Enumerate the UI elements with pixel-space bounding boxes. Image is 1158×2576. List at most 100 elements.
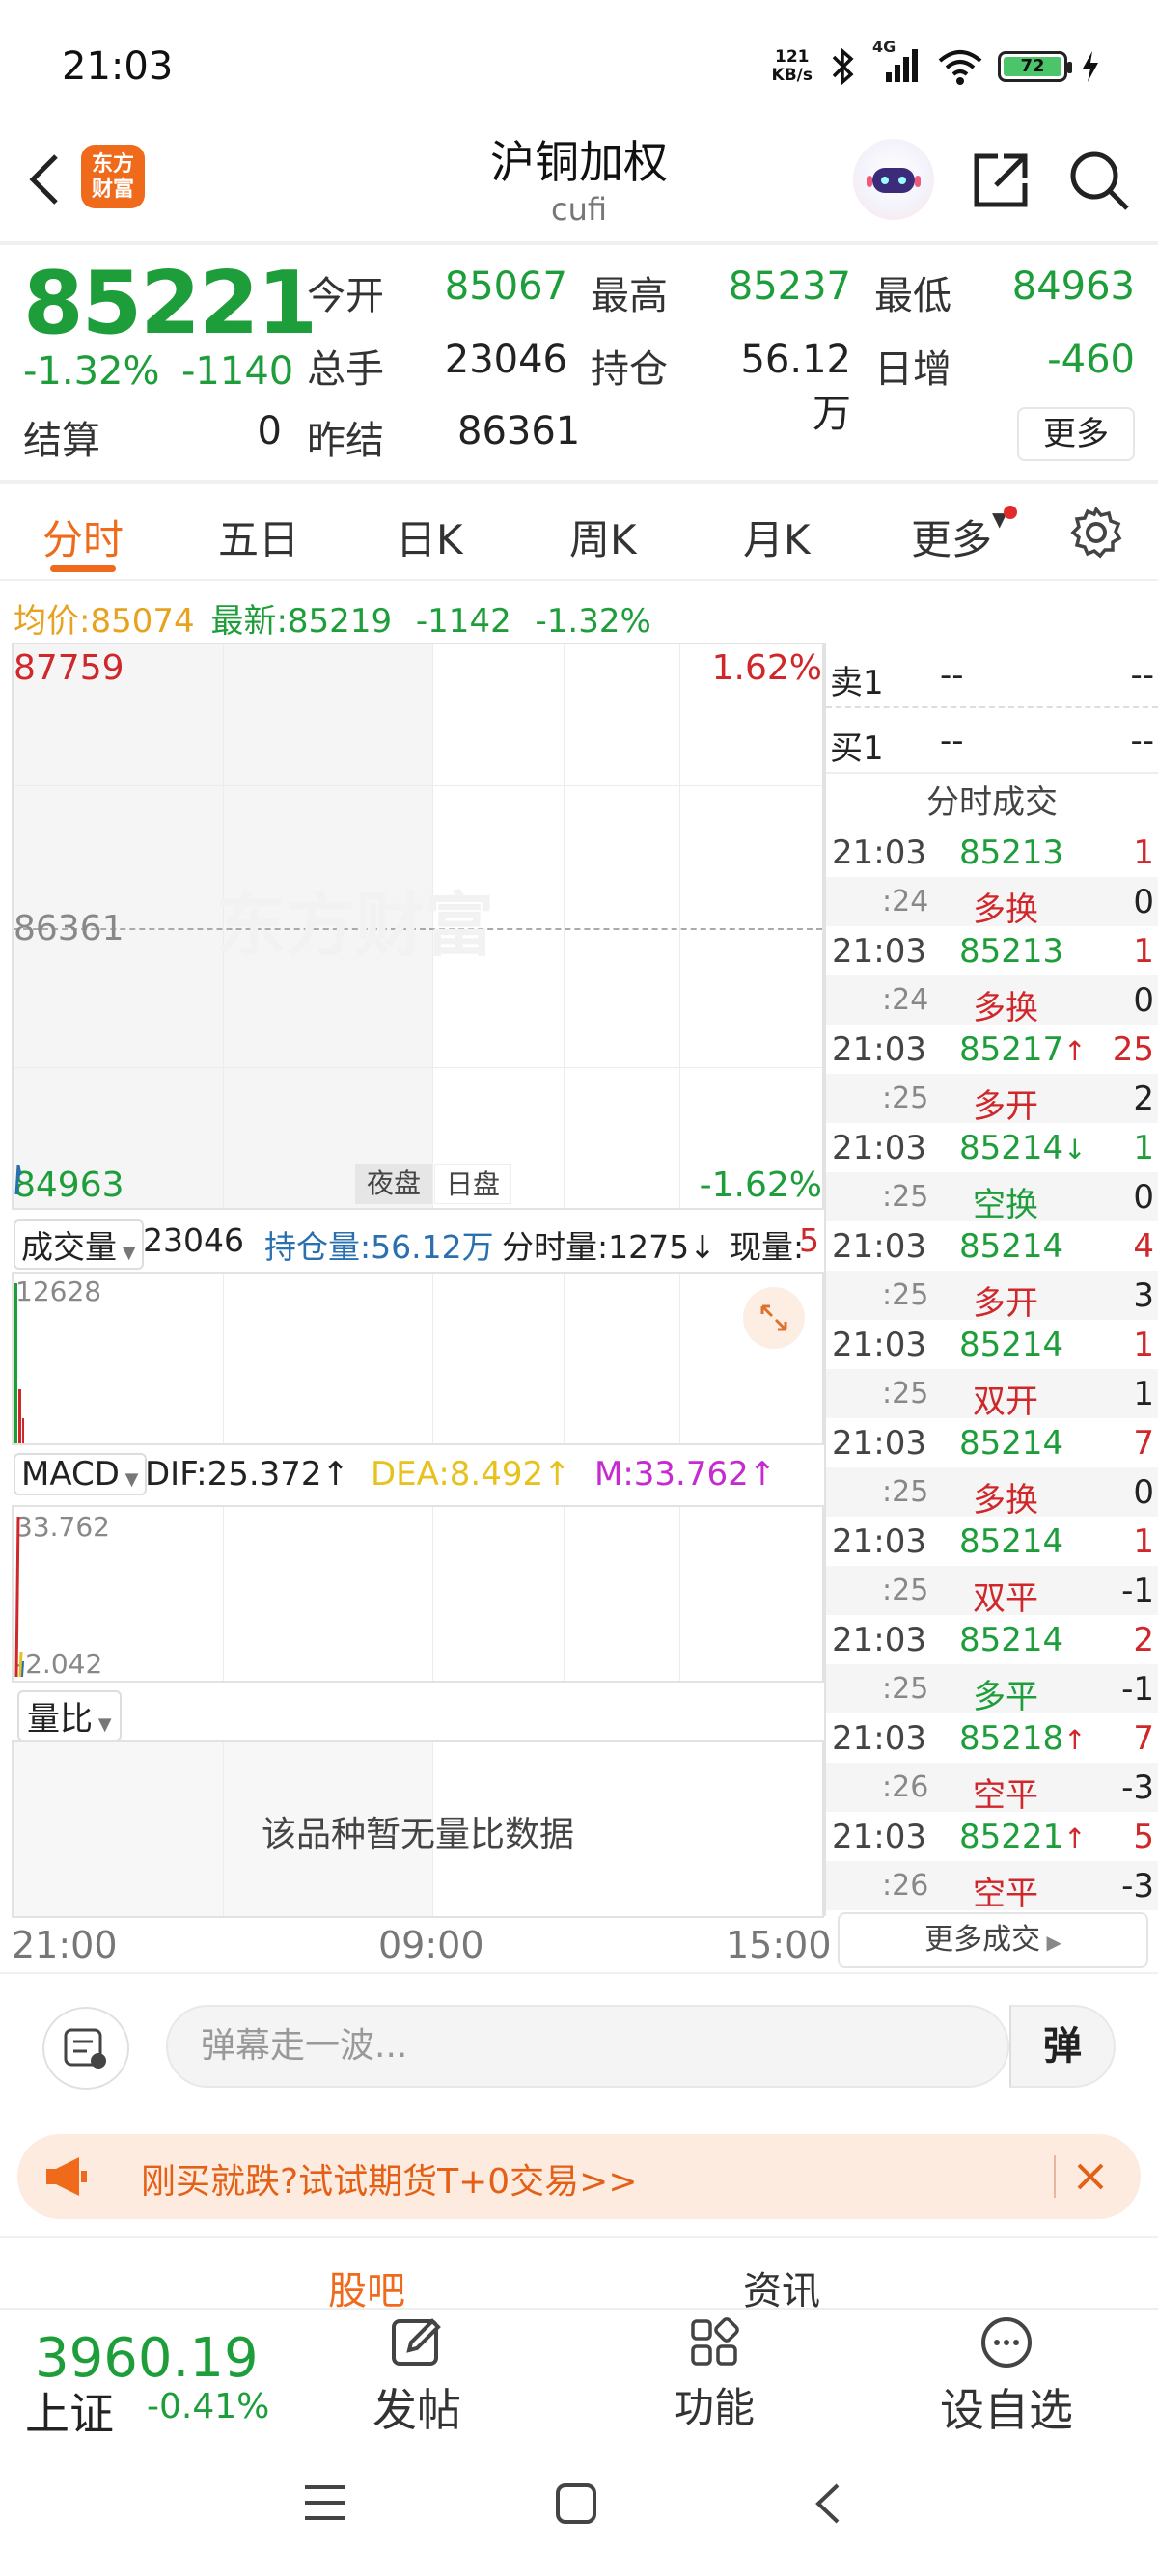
volume-ratio-chart: 该品种暂无量比数据	[12, 1740, 824, 1918]
charging-icon	[1083, 51, 1098, 82]
volume-bars	[14, 1283, 24, 1443]
index-pct: -0.41%	[147, 2387, 270, 2426]
trade-detail-row: :25 双开 1	[826, 1369, 1158, 1421]
trade-volume: 1	[1133, 932, 1154, 971]
edit-icon	[392, 2318, 441, 2366]
trade-time: 21:03	[832, 1818, 926, 1856]
trade-detail-row: :25 多换 0	[826, 1467, 1158, 1520]
trade-row: 21:03 85213 1	[826, 828, 1158, 877]
macd-lines	[14, 1516, 24, 1678]
status-bar: 21:03 121 KB/s 4G 72	[0, 0, 1158, 125]
promo-banner[interactable]: 刚买就跌?试试期货T+0交易>>	[17, 2134, 1141, 2219]
daily-inc-value: -460	[1047, 338, 1135, 382]
time-axis-mid: 09:00	[378, 1924, 484, 1966]
caret-down-icon: ▼	[93, 1714, 112, 1735]
volume-label: 总手	[307, 347, 384, 392]
trade-row: 21:03 85221↑ 5	[826, 1812, 1158, 1861]
bid-row: 买1 -- --	[826, 708, 1158, 774]
trade-second: :25	[882, 1180, 929, 1214]
trade-price: 85214↓	[959, 1129, 1087, 1167]
share-button[interactable]	[969, 149, 1033, 212]
trade-second: :25	[882, 1475, 929, 1509]
settlement-label: 结算	[23, 419, 100, 463]
price-chart[interactable]: 东方财富 87759 1.62% 86361 84963 -1.62% 夜盘 日…	[12, 643, 824, 1210]
quote-more-button[interactable]: 更多	[1017, 407, 1135, 461]
settings-icon[interactable]	[1069, 506, 1123, 560]
last-price: 85221	[23, 253, 317, 354]
trade-arrow: ↑	[1063, 1035, 1087, 1067]
trade-volume: 7	[1133, 1719, 1154, 1758]
trade-type: 空平	[973, 1875, 1038, 1913]
tab-daily-k[interactable]: 日K	[396, 507, 463, 566]
trade-type: 空平	[973, 1776, 1038, 1815]
chart-mid-value: 86361	[14, 909, 124, 948]
function-button[interactable]: 功能	[656, 2314, 772, 2439]
comment-list-button[interactable]	[42, 2007, 129, 2090]
trade-volume: 1	[1133, 1129, 1154, 1167]
trade-second: :25	[882, 1377, 929, 1411]
tab-five-day[interactable]: 五日	[218, 507, 299, 566]
post-button[interactable]: 发帖	[359, 2314, 475, 2439]
trade-price: 85221↑	[959, 1818, 1087, 1856]
trade-detail-row: :26 空平 -3	[826, 1861, 1158, 1913]
tab-active-indicator	[50, 565, 116, 572]
empty-data-text: 该品种暂无量比数据	[261, 1815, 574, 1854]
robot-icon	[867, 168, 921, 193]
danmaku-input[interactable]: 弹幕走一波...	[166, 2005, 1009, 2088]
prev-settle-value: 86361	[457, 409, 581, 453]
trade-time: 21:03	[832, 932, 926, 971]
chart-top-value: 87759	[14, 648, 124, 688]
tab-more[interactable]: 更多▼	[911, 507, 1006, 566]
trade-oi-change: -3	[1121, 1768, 1154, 1807]
close-icon[interactable]	[1071, 2157, 1110, 2196]
net-speed: 121 KB/s	[771, 47, 813, 85]
add-watchlist-button[interactable]: 设自选	[934, 2314, 1079, 2439]
volume-ratio-selector[interactable]: 量比 ▼	[17, 1690, 122, 1741]
divider	[0, 241, 1158, 245]
high-value: 85237	[728, 264, 851, 309]
trades-title: 分时成交	[926, 783, 1058, 822]
volume-selector[interactable]: 成交量 ▼	[14, 1219, 144, 1270]
menu-icon[interactable]	[301, 2481, 349, 2524]
trade-price: 85213	[959, 932, 1064, 971]
trade-row: 21:03 85214 7	[826, 1418, 1158, 1467]
tab-weekly-k[interactable]: 周K	[569, 507, 637, 566]
trade-time: 21:03	[832, 1621, 926, 1659]
trade-volume: 7	[1133, 1424, 1154, 1463]
tab-intraday[interactable]: 分时	[42, 507, 124, 566]
status-time: 21:03	[62, 44, 174, 89]
trade-row: 21:03 85214 1	[826, 1320, 1158, 1369]
expand-chart-button[interactable]	[743, 1287, 805, 1349]
trade-row: 21:03 85217↑ 25	[826, 1025, 1158, 1074]
back-nav-icon[interactable]	[809, 2480, 847, 2528]
volume-chart[interactable]: 12628	[12, 1272, 824, 1445]
watermark: 东方财富	[216, 885, 495, 966]
tab-monthly-k[interactable]: 月K	[743, 507, 811, 566]
search-button[interactable]	[1067, 149, 1131, 212]
home-icon[interactable]	[554, 2481, 598, 2526]
price-line	[14, 1165, 22, 1195]
trade-row: 21:03 85218↑ 7	[826, 1713, 1158, 1763]
trade-type: 多开	[973, 1284, 1038, 1323]
macd-selector[interactable]: MACD ▼	[14, 1453, 147, 1495]
macd-header: MACD ▼ DIF:25.372↑ DEA:8.492↑ M:33.762↑	[12, 1447, 824, 1505]
bluetooth-icon	[832, 47, 854, 86]
daily-inc-label: 日增	[874, 347, 951, 392]
app-header: 东方 财富 沪铜加权 cufi	[0, 125, 1158, 241]
trade-detail-row: :25 多开 2	[826, 1074, 1158, 1126]
caret-down-icon: ▼	[119, 1469, 139, 1490]
trade-type: 多换	[973, 891, 1038, 929]
status-icons: 121 KB/s 4G 72	[771, 38, 1100, 91]
ai-assistant-avatar[interactable]	[853, 139, 934, 220]
macd-chart[interactable]: 33.762 -2.042	[12, 1505, 824, 1683]
trade-volume: 1	[1133, 834, 1154, 872]
trade-row: 21:03 85214↓ 1	[826, 1123, 1158, 1172]
change-percent: -1.32%	[23, 349, 160, 394]
trade-detail-row: :24 多换 0	[826, 877, 1158, 929]
danmaku-toggle-button[interactable]: 弹	[1009, 2005, 1116, 2088]
battery-icon: 72	[998, 51, 1072, 82]
day-session-label: 日盘	[434, 1164, 511, 1204]
trade-second: :24	[882, 983, 929, 1017]
more-trades-button[interactable]: 更多成交 ▶	[838, 1912, 1148, 1968]
chart-tabs: 分时 五日 日K 周K 月K 更多▼	[0, 484, 1158, 581]
